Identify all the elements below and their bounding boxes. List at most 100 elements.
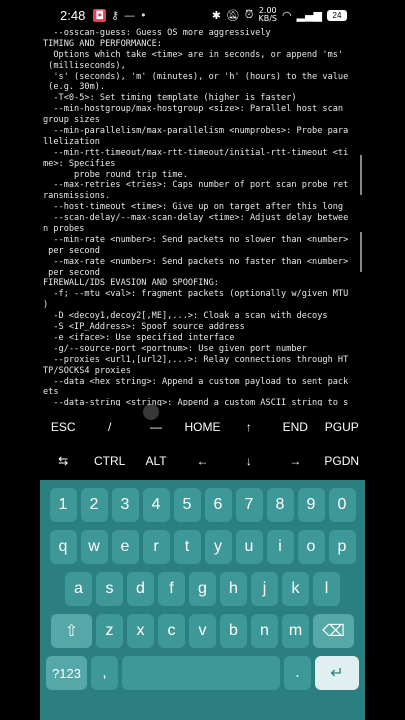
enter-key[interactable]: ↵ [315, 656, 359, 690]
terminal-line: -D <decoy1,decoy2[,ME],...>: Cloak a sca… [43, 311, 328, 322]
terminal-line: probe round trip time. [43, 169, 188, 180]
terminal-line: -T<0-5>: Set timing template (higher is … [43, 93, 297, 104]
key-k[interactable]: k [282, 572, 309, 606]
terminal-line: -e <iface>: Use specified interface [43, 332, 235, 343]
terminal-line: --data <hex string>: Append a custom pay… [43, 376, 349, 387]
terminal-line: ) [43, 300, 49, 311]
key-c[interactable]: c [158, 614, 185, 648]
signal-icon: ▂▄▆ [296, 8, 322, 22]
down-arrow-key[interactable]: ↓ [226, 454, 272, 468]
terminal-line: group sizes [43, 115, 100, 126]
terminal-line: TIMING AND PERFORMANCE: [43, 38, 162, 49]
terminal-line: ets [43, 387, 59, 398]
terminal-output[interactable]: --osscan-guess: Guess OS more aggressive… [43, 28, 365, 406]
key-0[interactable]: 0 [328, 488, 356, 522]
mute-icon: 🔕︎ [225, 8, 240, 22]
status-time: 2:48 [60, 7, 86, 23]
terminal-line: me>: Specifies [43, 158, 116, 169]
terminal-line: --scan-delay/--max-scan-delay <time>: Ad… [43, 213, 349, 224]
key-1[interactable]: 1 [49, 488, 77, 522]
network-speed: 2.00 KB/S [258, 6, 277, 23]
esc-key[interactable]: ESC [40, 420, 86, 434]
up-arrow-key[interactable]: ↑ [226, 420, 272, 434]
key-n[interactable]: n [251, 614, 278, 648]
terminal-line: --host-timeout <time>: Give up on target… [43, 202, 344, 213]
bluetooth-icon: ✱ [211, 8, 221, 22]
key-h[interactable]: h [220, 572, 247, 606]
key-r[interactable]: r [142, 530, 170, 564]
backspace-key[interactable]: ⌫ [313, 614, 354, 648]
extra-keys-row-1: ESC / — HOME ↑ END PGUP [40, 410, 365, 444]
alt-key[interactable]: ALT [133, 454, 179, 468]
key-l[interactable]: l [313, 572, 340, 606]
pgdn-key[interactable]: PGDN [319, 454, 365, 468]
key-b[interactable]: b [220, 614, 247, 648]
left-arrow-key[interactable]: ← [179, 454, 225, 468]
terminal-line: FIREWALL/IDS EVASION AND SPOOFING: [43, 278, 219, 289]
key-e[interactable]: e [111, 530, 139, 564]
status-bar: 2:48 ◘ ⚷ — • ✱ 🔕︎ ⏰︎ 2.00 KB/S ◠ ▂▄▆ 24 [40, 0, 365, 30]
alarm-icon: ⏰︎ [244, 8, 254, 21]
key-g[interactable]: g [189, 572, 216, 606]
terminal-line: -f; --mtu <val>: fragment packets (optio… [43, 289, 349, 300]
key-9[interactable]: 9 [297, 488, 325, 522]
pgup-key[interactable]: PGUP [319, 420, 365, 434]
key-w[interactable]: w [80, 530, 108, 564]
keyboard-row-3: ⇧ zxcvbnm ⌫ [44, 614, 361, 648]
terminal-line: --min-rate <number>: Send packets no slo… [43, 234, 349, 245]
key-i[interactable]: i [266, 530, 294, 564]
key-d[interactable]: d [127, 572, 154, 606]
terminal-line: (e.g. 30m). [43, 82, 106, 93]
period-key[interactable]: . [284, 656, 311, 690]
key-p[interactable]: p [328, 530, 356, 564]
keyboard-bottom-row: ?123 , . ↵ [44, 656, 361, 690]
key-z[interactable]: z [96, 614, 123, 648]
phone-screen: 2:48 ◘ ⚷ — • ✱ 🔕︎ ⏰︎ 2.00 KB/S ◠ ▂▄▆ 24 … [40, 0, 365, 720]
terminal-line: --min-rtt-timeout/max-rtt-timeout/initia… [43, 147, 349, 158]
symbols-key[interactable]: ?123 [46, 656, 87, 690]
terminal-line: Options which take <time> are in seconds… [43, 49, 344, 60]
notification-app-icon: ◘ [93, 8, 107, 22]
key-o[interactable]: o [297, 530, 325, 564]
key-s[interactable]: s [96, 572, 123, 606]
terminal-line: n probes [43, 224, 85, 235]
keyboard-number-row: 1234567890 [44, 488, 361, 522]
key-icon: ⚷ [111, 8, 120, 22]
key-4[interactable]: 4 [142, 488, 170, 522]
keyboard-row-2: asdfghjkl [44, 572, 361, 606]
end-key[interactable]: END [272, 420, 318, 434]
key-2[interactable]: 2 [80, 488, 108, 522]
dot-icon: • [140, 8, 147, 22]
ctrl-key[interactable]: CTRL [86, 454, 132, 468]
key-a[interactable]: a [65, 572, 92, 606]
slash-key[interactable]: / [86, 420, 132, 434]
key-5[interactable]: 5 [173, 488, 201, 522]
key-y[interactable]: y [204, 530, 232, 564]
comma-key[interactable]: , [91, 656, 118, 690]
key-u[interactable]: u [235, 530, 263, 564]
shift-key[interactable]: ⇧ [51, 614, 92, 648]
key-m[interactable]: m [282, 614, 309, 648]
terminal-line: --max-retries <tries>: Caps number of po… [43, 180, 349, 191]
scrollbar-indicator [360, 155, 362, 195]
key-j[interactable]: j [251, 572, 278, 606]
home-key[interactable]: HOME [179, 420, 225, 434]
key-q[interactable]: q [49, 530, 77, 564]
extra-keys-bar: ESC / — HOME ↑ END PGUP ⇆ CTRL ALT ← ↓ → PGDN [40, 410, 365, 480]
dash-key[interactable]: — [133, 420, 179, 434]
key-x[interactable]: x [127, 614, 154, 648]
key-3[interactable]: 3 [111, 488, 139, 522]
key-f[interactable]: f [158, 572, 185, 606]
key-6[interactable]: 6 [204, 488, 232, 522]
dash-icon: — [124, 8, 136, 22]
key-v[interactable]: v [189, 614, 216, 648]
terminal-line: --max-rate <number>: Send packets no fas… [43, 256, 349, 267]
tab-key[interactable]: ⇆ [40, 454, 86, 468]
key-t[interactable]: t [173, 530, 201, 564]
key-8[interactable]: 8 [266, 488, 294, 522]
terminal-line: llelization [43, 136, 100, 147]
right-arrow-key[interactable]: → [272, 454, 318, 468]
keyboard-row-1: qwertyuiop [44, 530, 361, 564]
space-key[interactable] [122, 656, 280, 690]
key-7[interactable]: 7 [235, 488, 263, 522]
